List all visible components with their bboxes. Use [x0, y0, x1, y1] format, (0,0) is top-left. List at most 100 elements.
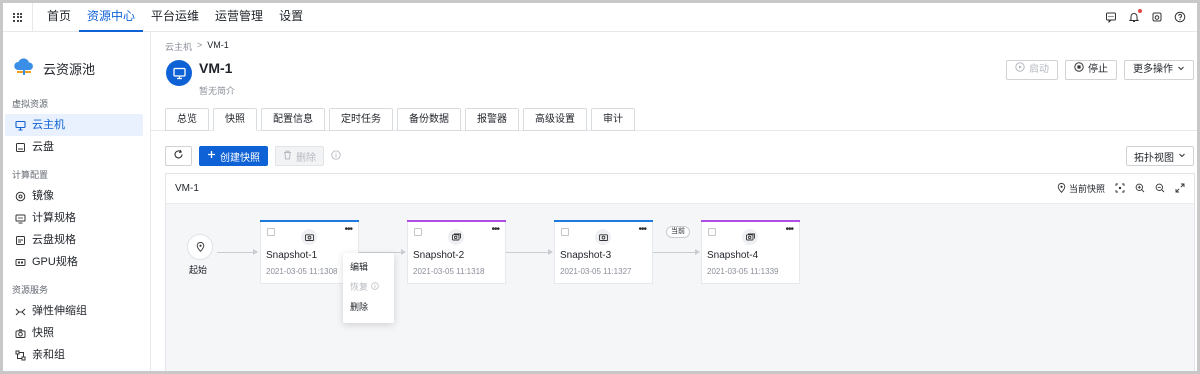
- nav-item-home[interactable]: 首页: [39, 3, 79, 32]
- nav-item-resource-center[interactable]: 资源中心: [79, 3, 144, 32]
- tab-audit[interactable]: 审计: [591, 108, 635, 131]
- sidebar: 云资源池 虚拟资源 云主机 云盘 计算配置 镜像 计算规格 云盘规格 GPU规格…: [3, 32, 151, 371]
- snapshot-time: 2021-03-05 11:1327: [560, 267, 632, 276]
- nav-item-settings[interactable]: 设置: [271, 3, 311, 32]
- tab-snapshot[interactable]: 快照: [213, 108, 257, 131]
- snapshot-time: 2021-03-05 11:1308: [266, 267, 338, 276]
- sidebar-item-disk-spec[interactable]: 云盘规格: [5, 229, 143, 251]
- more-icon[interactable]: •••: [638, 224, 646, 235]
- scaling-icon: [14, 305, 26, 317]
- breadcrumb-parent[interactable]: 云主机: [165, 40, 192, 53]
- nav-item-platform-ops[interactable]: 平台运维: [143, 3, 207, 32]
- delete-button[interactable]: 删除: [275, 146, 324, 166]
- compute-spec-icon: [14, 212, 26, 224]
- vm-avatar: [166, 60, 192, 86]
- edge-arrow: [217, 249, 258, 255]
- stop-button-label: 停止: [1088, 64, 1108, 75]
- current-snapshot-locator[interactable]: 当前快照: [1057, 182, 1105, 195]
- topology-view-label: 拓扑视图: [1134, 152, 1174, 164]
- more-icon[interactable]: •••: [491, 224, 499, 235]
- plus-icon: [207, 150, 216, 162]
- more-actions-label: 更多操作: [1133, 64, 1173, 75]
- tab-backup[interactable]: 备份数据: [397, 108, 461, 131]
- refresh-icon: [173, 149, 184, 163]
- tab-config[interactable]: 配置信息: [261, 108, 325, 131]
- fullscreen-icon[interactable]: [1175, 183, 1185, 195]
- tab-alarms[interactable]: 报警器: [465, 108, 519, 131]
- tab-overview[interactable]: 总览: [165, 108, 209, 131]
- fit-view-icon[interactable]: [1115, 183, 1125, 195]
- location-pin-icon: [196, 242, 204, 252]
- zoom-out-icon[interactable]: [1155, 183, 1165, 195]
- sidebar-item-label: 弹性伸缩组: [32, 305, 87, 317]
- snapshot-checkbox[interactable]: [708, 228, 716, 236]
- stop-button[interactable]: 停止: [1065, 60, 1117, 80]
- snapshot-card[interactable]: ••• Snapshot-3 2021-03-05 11:1327: [554, 220, 653, 284]
- image-icon: [14, 190, 26, 202]
- sidebar-item-gpu-spec[interactable]: GPU规格: [5, 251, 143, 273]
- info-icon: [371, 277, 379, 297]
- sidebar-item-label: 亲和组: [32, 349, 65, 361]
- snapshot-card[interactable]: ••• Snapshot-2 2021-03-05 11:1318: [407, 220, 506, 284]
- breadcrumb: 云主机 > VM-1: [165, 40, 229, 53]
- bell-icon[interactable]: [1127, 9, 1142, 24]
- breadcrumb-current: VM-1: [207, 40, 229, 50]
- snapshot-card-accent: [701, 220, 800, 222]
- disk-icon: [14, 141, 26, 153]
- sidebar-item-label: 快照: [32, 327, 54, 339]
- app-window: 首页 资源中心 平台运维 运营管理 设置 云资源池 虚拟资源 云主机 云盘 计算…: [0, 0, 1200, 374]
- snapshot-time: 2021-03-05 11:1339: [707, 267, 779, 276]
- sidebar-group-label: 资源服务: [12, 285, 49, 295]
- snapshot-checkbox[interactable]: [414, 228, 422, 236]
- menu-item-edit[interactable]: 编辑: [343, 257, 394, 277]
- menu-item-delete[interactable]: 删除: [343, 297, 394, 317]
- zoom-in-icon[interactable]: [1135, 183, 1145, 195]
- snapshot-card[interactable]: ••• Snapshot-4 2021-03-05 11:1339: [701, 220, 800, 284]
- sidebar-group-label: 计算配置: [12, 170, 49, 180]
- tab-advanced[interactable]: 高级设置: [523, 108, 587, 131]
- more-actions-button[interactable]: 更多操作: [1124, 60, 1194, 80]
- chevron-down-icon: [1178, 151, 1186, 162]
- snapshot-checkbox[interactable]: [561, 228, 569, 236]
- more-icon[interactable]: •••: [344, 224, 352, 235]
- sidebar-item-disk[interactable]: 云盘: [5, 136, 143, 158]
- current-badge: 当前: [666, 226, 690, 238]
- snapshot-checkbox[interactable]: [267, 228, 275, 236]
- start-node[interactable]: [187, 234, 213, 260]
- notification-dot: [1138, 9, 1142, 13]
- snapshot-card-accent: [407, 220, 506, 222]
- snapshot-name: Snapshot-2: [413, 250, 465, 261]
- nav-item-operations[interactable]: 运营管理: [207, 3, 271, 32]
- create-snapshot-button[interactable]: 创建快照: [199, 146, 268, 166]
- snapshot-card-accent: [554, 220, 653, 222]
- more-icon[interactable]: •••: [785, 224, 793, 235]
- affinity-icon: [14, 349, 26, 361]
- topology-view-select[interactable]: 拓扑视图: [1126, 146, 1194, 166]
- snapshot-stack-icon: [448, 229, 464, 245]
- topology-panel: VM-1 当前快照 起始 ••• Snapshot-1 2021-03-05 1…: [165, 173, 1195, 371]
- snapshot-card-accent: [260, 220, 359, 222]
- trash-icon: [283, 150, 292, 163]
- package-icon[interactable]: [1150, 10, 1164, 24]
- sidebar-item-label: 镜像: [32, 190, 54, 202]
- message-icon[interactable]: [1104, 10, 1118, 24]
- camera-icon: [595, 229, 611, 245]
- sidebar-item-image[interactable]: 镜像: [5, 185, 143, 207]
- help-icon[interactable]: [1173, 10, 1187, 24]
- sidebar-item-snapshot[interactable]: 快照: [5, 322, 143, 344]
- chevron-down-icon: [1177, 61, 1185, 79]
- header-actions: 启动 停止 更多操作: [1006, 60, 1194, 80]
- refresh-button[interactable]: [165, 146, 192, 166]
- sidebar-item-scaling-group[interactable]: 弹性伸缩组: [5, 300, 143, 322]
- app-grid-icon[interactable]: [3, 3, 33, 32]
- sidebar-item-affinity[interactable]: 亲和组: [5, 344, 143, 366]
- gpu-icon: [14, 256, 26, 268]
- sidebar-title: 云资源池: [43, 61, 96, 77]
- menu-item-restore[interactable]: 恢复: [343, 277, 394, 297]
- snapshot-time: 2021-03-05 11:1318: [413, 267, 485, 276]
- tab-scheduled-tasks[interactable]: 定时任务: [329, 108, 393, 131]
- sidebar-item-vm[interactable]: 云主机: [5, 114, 143, 136]
- start-button[interactable]: 启动: [1006, 60, 1058, 80]
- monitor-icon: [172, 67, 186, 79]
- sidebar-item-compute-spec[interactable]: 计算规格: [5, 207, 143, 229]
